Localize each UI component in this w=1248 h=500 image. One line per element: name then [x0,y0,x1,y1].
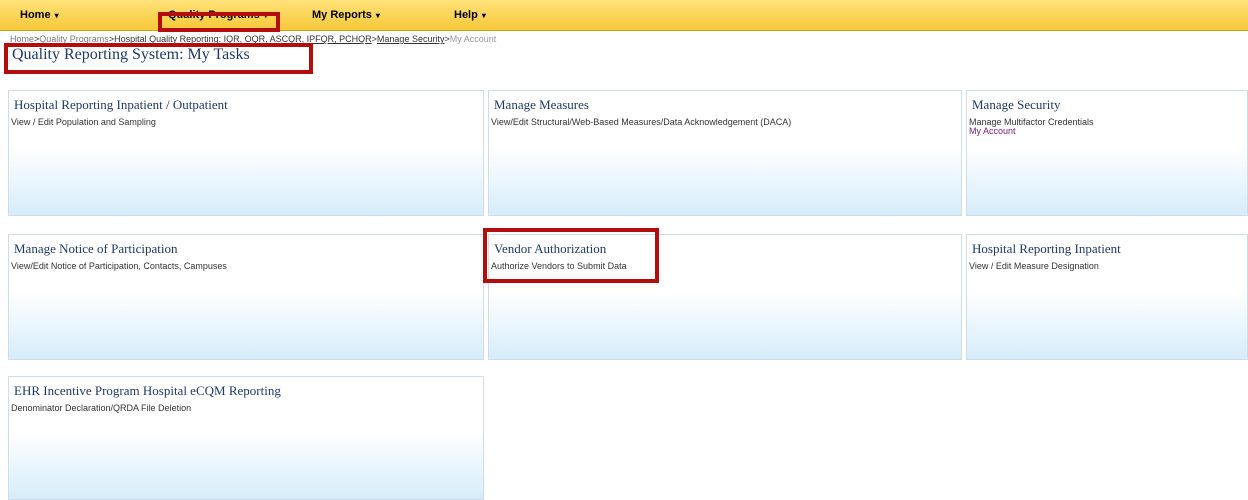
tile-title[interactable]: Vendor Authorization [494,241,606,257]
tile-vendor-authorization[interactable]: Vendor Authorization Authorize Vendors t… [488,234,962,360]
chevron-down-icon: ▾ [54,11,59,20]
tile-title[interactable]: Manage Security [972,97,1060,113]
nav-home-label: Home [20,9,51,21]
tile-hospital-reporting-inpatient-outpatient[interactable]: Hospital Reporting Inpatient / Outpatien… [8,90,484,216]
page-title: Quality Reporting System: My Tasks [12,46,250,63]
breadcrumb-quality-programs[interactable]: Quality Programs [39,34,109,44]
tile-manage-notice-of-participation[interactable]: Manage Notice of Participation View/Edit… [8,234,484,360]
tile-description: View / Edit Measure Designation [969,261,1099,271]
nav-home[interactable]: Home ▾ [20,5,59,25]
nav-my-reports[interactable]: My Reports ▾ [312,5,380,25]
nav-quality-programs-label: Quality Programs [168,9,260,21]
tile-manage-measures[interactable]: Manage Measures View/Edit Structural/Web… [488,90,962,216]
chevron-down-icon: ▾ [263,11,268,20]
tile-description: View/Edit Notice of Participation, Conta… [11,261,227,271]
breadcrumb-current: My Account [449,34,497,44]
chevron-down-icon: ▾ [481,11,486,20]
tile-title[interactable]: Hospital Reporting Inpatient [972,241,1121,257]
breadcrumb-manage-security[interactable]: Manage Security [377,34,445,44]
tile-description: View / Edit Population and Sampling [11,117,156,127]
tile-ehr-incentive-program[interactable]: EHR Incentive Program Hospital eCQM Repo… [8,376,484,500]
breadcrumb: Home>Quality Programs>Hospital Quality R… [10,34,496,44]
my-account-link[interactable]: My Account [969,126,1016,136]
breadcrumb-hospital-quality-reporting[interactable]: Hospital Quality Reporting: IQR, OQR, AS… [114,34,372,44]
nav-help-label: Help [454,9,478,21]
tile-description: View/Edit Structural/Web-Based Measures/… [491,117,792,127]
tile-description: Authorize Vendors to Submit Data [491,261,627,271]
breadcrumb-home[interactable]: Home [10,34,34,44]
tile-manage-security[interactable]: Manage Security Manage Multifactor Crede… [966,90,1248,216]
tile-title[interactable]: EHR Incentive Program Hospital eCQM Repo… [14,383,281,399]
chevron-down-icon: ▾ [375,11,380,20]
tile-title[interactable]: Manage Notice of Participation [14,241,178,257]
nav-quality-programs[interactable]: Quality Programs ▾ [168,5,268,25]
tile-title[interactable]: Manage Measures [494,97,589,113]
top-nav-bar: Home ▾ Quality Programs ▾ My Reports ▾ Help… [0,0,1248,31]
nav-help[interactable]: Help ▾ [454,5,486,25]
nav-my-reports-label: My Reports [312,9,372,21]
tile-title[interactable]: Hospital Reporting Inpatient / Outpatien… [14,97,228,113]
tile-description: Denominator Declaration/QRDA File Deleti… [11,403,192,413]
tile-hospital-reporting-inpatient[interactable]: Hospital Reporting Inpatient View / Edit… [966,234,1248,360]
